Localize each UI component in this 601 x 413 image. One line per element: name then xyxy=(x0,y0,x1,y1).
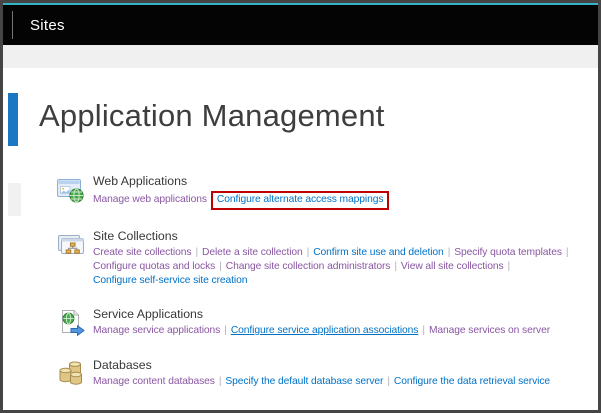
link-line: Configure self-service site creation xyxy=(93,274,595,288)
link-line: Manage web applications Configure alterna… xyxy=(93,191,595,210)
manage-services-on-server-link[interactable]: Manage services on server xyxy=(429,325,550,336)
separator: | xyxy=(195,247,198,258)
specify-the-default-database-server-link[interactable]: Specify the default database server xyxy=(225,376,383,387)
separator: | xyxy=(566,247,569,258)
manage-content-databases-link[interactable]: Manage content databases xyxy=(93,376,215,387)
section-body-web-applications: Web Applications Manage web applications C… xyxy=(93,174,595,210)
sections-list: Web Applications Manage web applications C… xyxy=(55,174,595,409)
separator: | xyxy=(387,376,390,387)
separator: | xyxy=(508,261,511,272)
section-heading-site-collections: Site Collections xyxy=(93,229,595,243)
header-bar: Sites xyxy=(3,5,598,45)
separator: | xyxy=(307,247,310,258)
page-title: Application Management xyxy=(39,98,385,134)
section-heading-service-applications: Service Applications xyxy=(93,307,595,321)
manage-service-applications-link[interactable]: Manage service applications xyxy=(93,325,220,336)
site-collections-org-chart-icon xyxy=(55,229,87,261)
title-accent-bar xyxy=(8,93,18,146)
section-databases: DatabasesManage content databases|Specif… xyxy=(55,358,595,390)
section-body-databases: DatabasesManage content databases|Specif… xyxy=(93,358,595,390)
link-line: Manage content databases|Specify the def… xyxy=(93,375,595,389)
separator: | xyxy=(219,376,222,387)
databases-cylinders-icon xyxy=(55,358,87,390)
configure-quotas-and-locks-link[interactable]: Configure quotas and locks xyxy=(93,261,215,272)
section-heading-databases: Databases xyxy=(93,358,595,372)
link-line: Create site collections | Delete a site co… xyxy=(93,246,595,260)
section-body-site-collections: Site Collections Create site collections |… xyxy=(93,229,595,288)
separator: | xyxy=(394,261,397,272)
separator: | xyxy=(224,325,227,336)
header-divider xyxy=(12,11,13,39)
web-application-window-globe-icon xyxy=(55,174,87,206)
configure-service-application-associations-link[interactable]: Configure service application associatio… xyxy=(231,325,419,336)
separator: | xyxy=(422,325,425,336)
service-applications-page-globe-arrow-icon xyxy=(55,307,87,339)
subheader-band xyxy=(3,45,598,68)
confirm-site-use-and-deletion-link[interactable]: Confirm site use and deletion xyxy=(313,247,443,258)
link-line: Manage service applications|Configure se… xyxy=(93,324,595,338)
specify-quota-templates-link[interactable]: Specify quota templates xyxy=(454,247,562,258)
section-web-applications: Web Applications Manage web applications C… xyxy=(55,174,595,210)
separator: | xyxy=(219,261,222,272)
delete-a-site-collection-link[interactable]: Delete a site collection xyxy=(202,247,303,258)
separator: | xyxy=(448,247,451,258)
header-title: Sites xyxy=(30,17,65,34)
section-service-applications: Service Applications Manage service appli… xyxy=(55,307,595,339)
highlight-box: Configure alternate access mappings xyxy=(211,191,390,210)
link-line: Configure quotas and locks|Change site c… xyxy=(93,260,595,274)
left-scroll-strip xyxy=(8,183,21,216)
change-site-collection-administrators-link[interactable]: Change site collection administrators xyxy=(226,261,391,272)
create-site-collections-link[interactable]: Create site collections xyxy=(93,247,191,258)
central-admin-window: Sites Application Management Web Applica… xyxy=(0,0,601,413)
configure-alternate-access-mappings-link[interactable]: Configure alternate access mappings xyxy=(217,194,384,205)
configure-the-data-retrieval-service-link[interactable]: Configure the data retrieval service xyxy=(394,376,550,387)
section-heading-web-applications: Web Applications xyxy=(93,174,595,188)
section-body-service-applications: Service Applications Manage service appli… xyxy=(93,307,595,339)
view-all-site-collections-link[interactable]: View all site collections xyxy=(401,261,504,272)
section-site-collections: Site Collections Create site collections |… xyxy=(55,229,595,288)
manage-web-applications-link[interactable]: Manage web applications xyxy=(93,194,207,205)
configure-self-service-site-creation-link[interactable]: Configure self-service site creation xyxy=(93,275,247,286)
